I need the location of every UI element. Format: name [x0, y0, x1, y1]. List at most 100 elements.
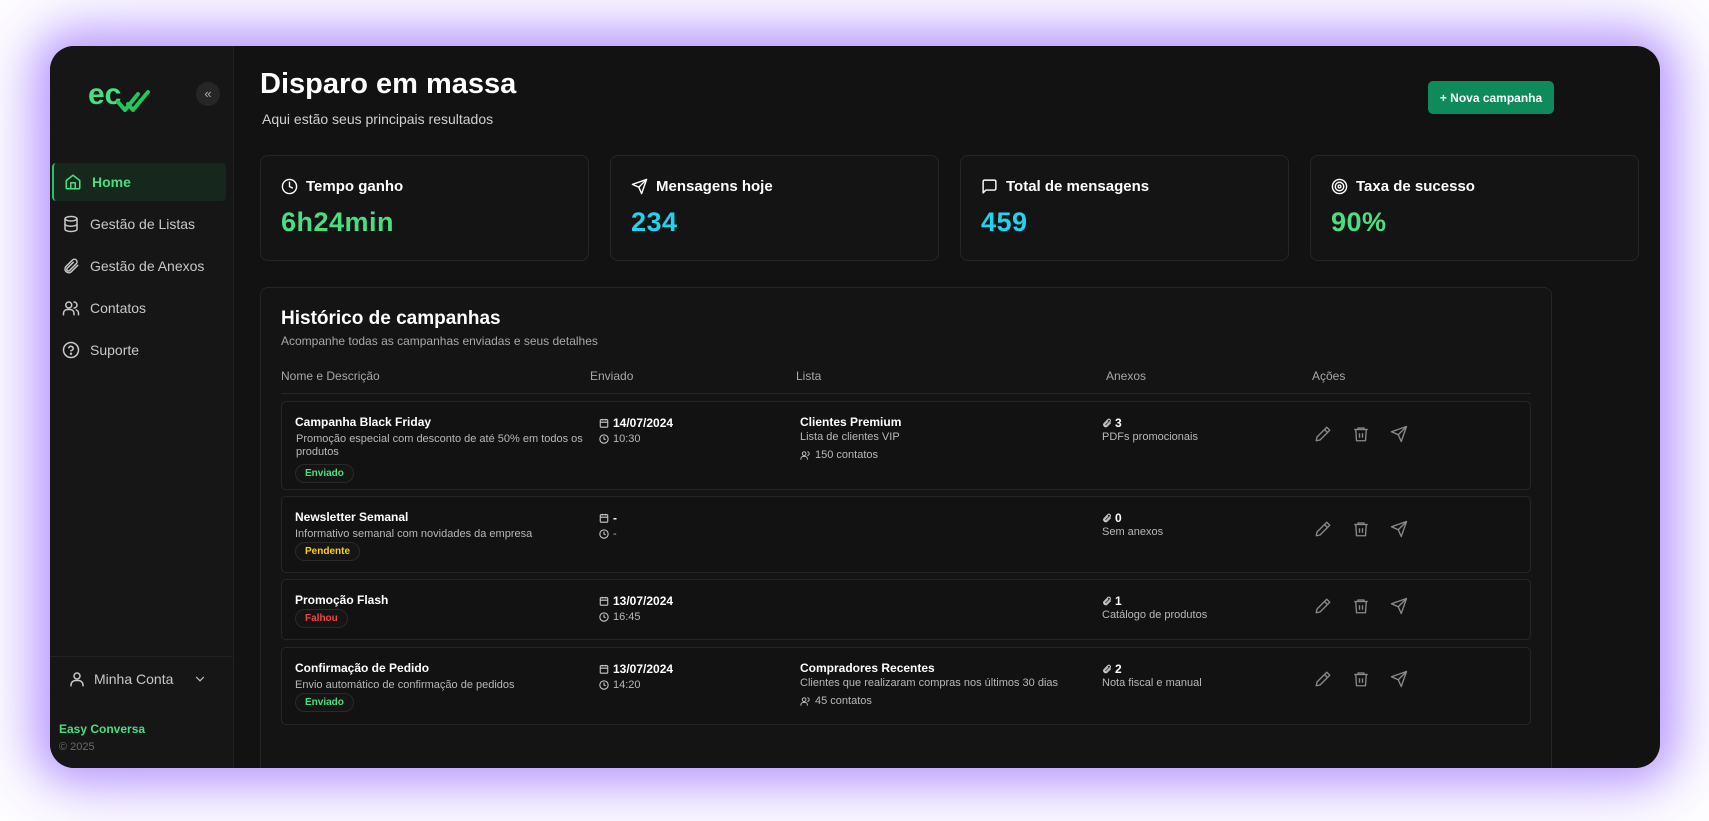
clock-icon: [281, 178, 298, 195]
stat-value: 6h24min: [281, 207, 395, 237]
status-badge: Enviado: [295, 464, 354, 483]
attachments-count: 0: [1115, 511, 1122, 525]
status-badge: Pendente: [295, 542, 361, 561]
stat-value: 459: [981, 207, 1028, 237]
send-icon[interactable]: [1390, 597, 1408, 615]
campaign-name: Campanha Black Friday: [295, 415, 432, 429]
calendar-icon: [599, 664, 609, 674]
row-actions: [1314, 520, 1408, 538]
clock-icon: [599, 434, 609, 444]
list-description: Clientes que realizaram compras nos últi…: [800, 677, 1059, 689]
attachments-description: PDFs promocionais: [1102, 431, 1198, 443]
edit-pencil-icon[interactable]: [1314, 425, 1332, 443]
paperclip-icon: [1103, 596, 1112, 606]
page-title: Disparo em massa: [260, 68, 517, 100]
edit-pencil-icon[interactable]: [1314, 597, 1332, 615]
list-description: Lista de clientes VIP: [800, 431, 900, 443]
app-window: ec « Home Gestão de Listas Gestão de Ane…: [50, 46, 1660, 768]
trash-icon[interactable]: [1352, 520, 1370, 538]
sidebar-item-home[interactable]: Home: [52, 163, 226, 201]
help-circle-icon: [62, 341, 80, 359]
sidebar-item-label: Gestão de Anexos: [90, 258, 205, 274]
sent-info: 13/07/2024 16:45: [599, 593, 673, 625]
attachments-info: 2 Nota fiscal e manual: [1102, 661, 1202, 693]
sidebar-item-anexos[interactable]: Gestão de Anexos: [52, 247, 226, 285]
stat-card-messages-today: Mensagens hoje 234: [610, 155, 939, 261]
sidebar-item-contatos[interactable]: Contatos: [52, 289, 226, 327]
main-content: Disparo em massa Aqui estão seus princip…: [234, 46, 1660, 768]
sent-date: 13/07/2024: [613, 594, 674, 608]
attachments-count: 1: [1115, 594, 1122, 608]
sent-info: 13/07/2024 14:20: [599, 661, 673, 693]
attachments-info: 1 Catálogo de produtos: [1102, 593, 1207, 625]
database-icon: [64, 215, 78, 233]
users-icon: [62, 301, 80, 316]
trash-icon[interactable]: [1352, 425, 1370, 443]
attachments-description: Catálogo de produtos: [1102, 609, 1208, 621]
attachments-info: 0 Sem anexos: [1102, 510, 1163, 542]
clock-icon: [599, 612, 609, 622]
list-count: 45 contatos: [815, 695, 872, 707]
row-actions: [1314, 670, 1408, 688]
sent-time: 10:30: [613, 433, 641, 445]
column-header-sent: Enviado: [590, 369, 634, 383]
attachments-count: 2: [1115, 662, 1122, 676]
sidebar-divider: [50, 656, 233, 657]
sidebar-item-label: Home: [92, 174, 131, 190]
campaign-name: Confirmação de Pedido: [295, 661, 430, 675]
paperclip-icon: [64, 258, 79, 274]
list-count: 150 contatos: [815, 449, 878, 461]
account-label: Minha Conta: [94, 671, 174, 687]
status-badge: Falhou: [295, 609, 348, 628]
easy-conversa-logo-icon[interactable]: ec: [88, 74, 152, 116]
sidebar-item-suporte[interactable]: Suporte: [52, 331, 226, 369]
stat-label: Taxa de sucesso: [1356, 178, 1475, 195]
send-icon: [631, 178, 648, 195]
sent-time: -: [613, 528, 617, 540]
account-menu[interactable]: Minha Conta: [68, 670, 207, 688]
page-subtitle: Aqui estão seus principais resultados: [262, 111, 494, 127]
history-title: Histórico de campanhas: [281, 308, 501, 329]
calendar-icon: [599, 596, 609, 606]
list-name: Clientes Premium: [800, 415, 902, 429]
table-row[interactable]: Campanha Black Friday Promoção especial …: [281, 401, 1531, 490]
stat-label: Mensagens hoje: [656, 178, 773, 195]
table-row[interactable]: Confirmação de Pedido Envio automático d…: [281, 647, 1531, 725]
trash-icon[interactable]: [1352, 670, 1370, 688]
column-header-list: Lista: [796, 369, 822, 383]
message-icon: [982, 179, 997, 194]
edit-pencil-icon[interactable]: [1314, 520, 1332, 538]
list-info: Clientes Premium Lista de clientes VIP 1…: [800, 415, 901, 463]
send-icon[interactable]: [1390, 425, 1408, 443]
table-row[interactable]: Promoção Flash Falhou 13/07/2024 16:45 1…: [281, 579, 1531, 640]
history-subtitle: Acompanhe todas as campanhas enviadas e …: [281, 334, 598, 348]
svg-text:ec: ec: [88, 78, 121, 111]
send-icon[interactable]: [1390, 520, 1408, 538]
campaign-description: Informativo semanal com novidades da emp…: [295, 528, 533, 540]
stats-row: Tempo ganho 6h24min Mensagens hoje 234 T…: [260, 155, 1639, 261]
stat-card-time-saved: Tempo ganho 6h24min: [260, 155, 589, 261]
clock-icon: [599, 529, 609, 539]
sent-date: 14/07/2024: [613, 416, 674, 430]
copyright: © 2025: [59, 741, 95, 753]
attachments-description: Nota fiscal e manual: [1102, 677, 1202, 689]
home-icon: [65, 174, 81, 190]
calendar-icon: [599, 418, 609, 428]
table-row[interactable]: Newsletter Semanal Informativo semanal c…: [281, 496, 1531, 573]
collapse-sidebar-button[interactable]: «: [196, 82, 220, 106]
campaign-description: Envio automático de confirmação de pedid…: [295, 679, 515, 691]
sent-time: 16:45: [613, 611, 641, 623]
paperclip-icon: [1103, 513, 1112, 523]
new-campaign-button[interactable]: + Nova campanha: [1428, 81, 1554, 114]
sidebar-item-label: Gestão de Listas: [90, 216, 196, 232]
campaign-name: Promoção Flash: [295, 593, 389, 607]
column-header-actions: Ações: [1312, 369, 1346, 383]
edit-pencil-icon[interactable]: [1314, 670, 1332, 688]
stat-label: Total de mensagens: [1006, 178, 1150, 195]
send-icon[interactable]: [1390, 670, 1408, 688]
users-icon: [800, 696, 810, 706]
sidebar-item-listas[interactable]: Gestão de Listas: [52, 205, 226, 243]
sidebar: ec « Home Gestão de Listas Gestão de Ane…: [50, 46, 234, 768]
trash-icon[interactable]: [1352, 597, 1370, 615]
column-header-attachments: Anexos: [1106, 369, 1147, 383]
